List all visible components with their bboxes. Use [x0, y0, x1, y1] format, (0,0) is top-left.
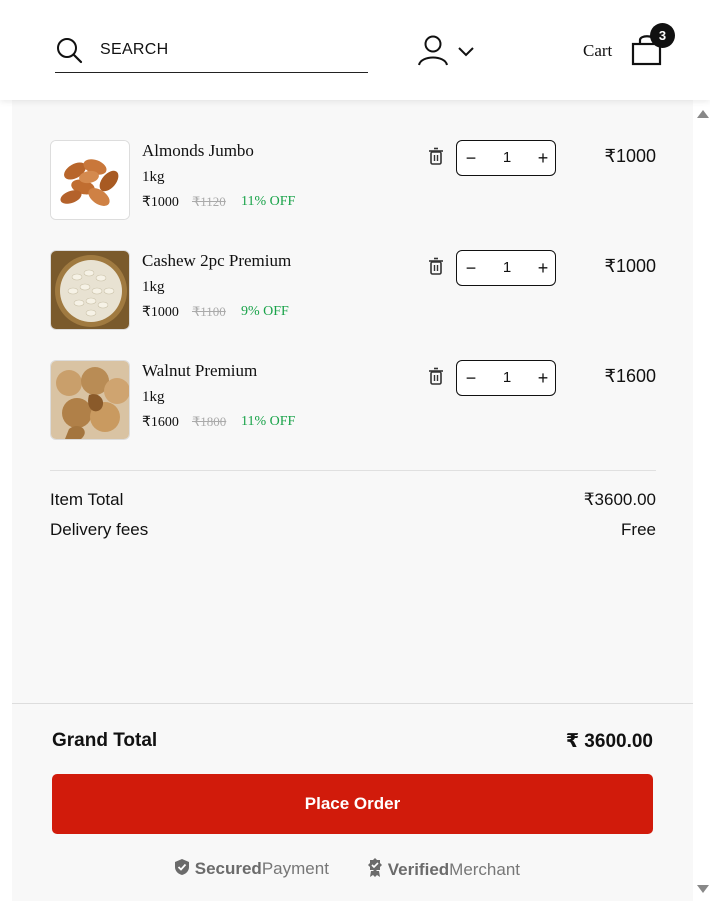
delivery-fees-label: Delivery fees [50, 520, 149, 539]
cart-button[interactable]: Cart 3 [583, 22, 678, 72]
trash-icon[interactable] [428, 257, 444, 275]
account-menu[interactable] [417, 34, 477, 68]
trash-icon[interactable] [428, 147, 444, 165]
user-icon[interactable] [417, 34, 449, 66]
item-price: ₹1000 [142, 195, 179, 210]
almonds-image[interactable] [50, 140, 130, 220]
scroll-down-arrow[interactable] [697, 885, 709, 893]
quantity-value: 1 [502, 259, 512, 276]
search-icon[interactable] [55, 36, 83, 64]
verified-text: Verified [387, 860, 450, 879]
grand-total-label: Grand Total [52, 730, 158, 751]
quantity-value: 1 [502, 149, 512, 166]
cart-content: Almonds Jumbo 1kg ₹1000 ₹1120 11% OFF − … [12, 100, 693, 901]
item-original-price: ₹1100 [192, 304, 226, 319]
scrollbar[interactable] [693, 100, 710, 901]
grand-total-row: Grand Total ₹ 3600.00 [52, 730, 653, 756]
item-discount: 11% OFF [241, 414, 296, 429]
item-weight: 1kg [142, 169, 165, 185]
quantity-stepper[interactable]: − 1 + [456, 250, 556, 286]
item-name: Cashew 2pc Premium [142, 251, 292, 270]
verified-badge-icon [368, 858, 382, 877]
verified-merchant-badge: VerifiedMerchant [367, 858, 520, 880]
search-input[interactable] [100, 38, 360, 62]
item-total: ₹1000 [604, 146, 657, 166]
increase-quantity-button[interactable]: + [529, 361, 557, 395]
almonds-illustration [51, 141, 129, 219]
trash-icon[interactable] [428, 367, 444, 385]
merchant-text: Merchant [449, 860, 521, 879]
payment-text: Payment [261, 859, 329, 878]
quantity-stepper[interactable]: − 1 + [456, 140, 556, 176]
item-price: ₹1000 [142, 305, 179, 320]
item-discount: 11% OFF [241, 194, 296, 209]
quantity-stepper[interactable]: − 1 + [456, 360, 556, 396]
cart-item: Walnut Premium 1kg ₹1600 ₹1800 11% OFF −… [50, 360, 656, 440]
decrease-quantity-button[interactable]: − [457, 141, 485, 175]
place-order-button[interactable]: Place Order [52, 774, 653, 834]
decrease-quantity-button[interactable]: − [457, 361, 485, 395]
trust-badges: SecuredPayment VerifiedMerchant [174, 858, 554, 880]
item-price: ₹1600 [142, 415, 179, 430]
footer-divider [12, 703, 693, 704]
increase-quantity-button[interactable]: + [529, 251, 557, 285]
secured-payment-badge: SecuredPayment [174, 858, 329, 879]
item-original-price: ₹1800 [192, 414, 227, 429]
walnut-illustration [51, 361, 129, 439]
walnut-image[interactable] [50, 360, 130, 440]
delivery-fees-row: Delivery fees Free [50, 520, 656, 542]
item-total-label: Item Total [50, 490, 124, 509]
quantity-value: 1 [502, 369, 512, 386]
divider [50, 470, 656, 471]
decrease-quantity-button[interactable]: − [457, 251, 485, 285]
item-total: ₹1600 [604, 366, 657, 386]
item-name: Almonds Jumbo [142, 141, 254, 160]
cashew-illustration [51, 251, 129, 329]
shield-check-icon [175, 859, 189, 875]
grand-total-value: ₹ 3600.00 [565, 731, 653, 752]
item-weight: 1kg [142, 389, 165, 405]
secured-text: Secured [194, 859, 262, 878]
item-total-value: ₹3600.00 [583, 490, 656, 509]
item-weight: 1kg [142, 279, 165, 295]
scroll-up-arrow[interactable] [697, 110, 709, 118]
item-discount: 9% OFF [241, 304, 289, 319]
cashew-image[interactable] [50, 250, 130, 330]
cart-item: Cashew 2pc Premium 1kg ₹1000 ₹1100 9% OF… [50, 250, 656, 330]
increase-quantity-button[interactable]: + [529, 141, 557, 175]
item-total: ₹1000 [604, 256, 657, 276]
item-original-price: ₹1120 [192, 194, 226, 209]
item-name: Walnut Premium [142, 361, 258, 380]
cart-count-badge: 3 [650, 23, 675, 48]
item-total-row: Item Total ₹3600.00 [50, 490, 656, 512]
cart-item: Almonds Jumbo 1kg ₹1000 ₹1120 11% OFF − … [50, 140, 656, 220]
header: Cart 3 [0, 0, 710, 100]
search-bar[interactable] [55, 34, 368, 73]
chevron-down-icon[interactable] [457, 46, 475, 58]
delivery-fees-value: Free [621, 520, 656, 539]
cart-label: Cart [583, 41, 613, 60]
